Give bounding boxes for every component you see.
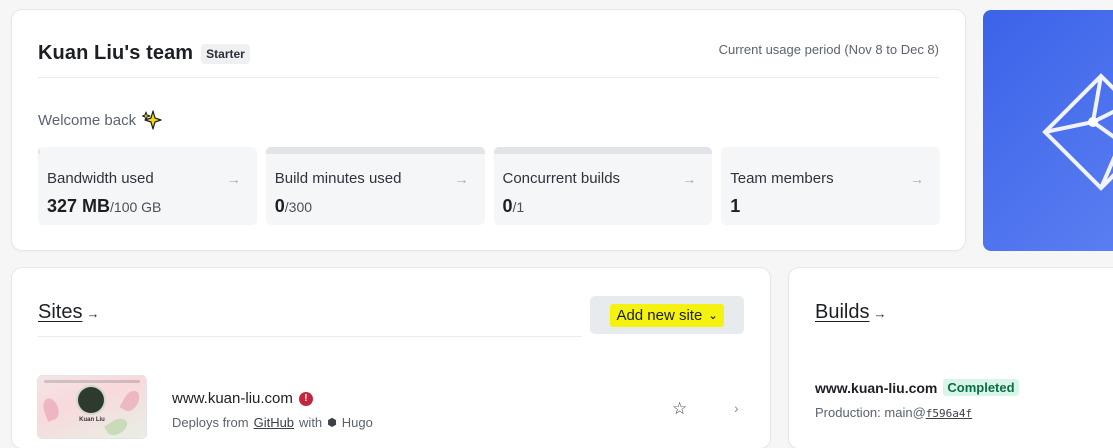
promo-card[interactable] [983, 10, 1113, 251]
hugo-icon: ⬢ [327, 417, 337, 429]
sites-link[interactable]: Sites [38, 301, 82, 324]
stat-label: Bandwidth used [47, 170, 154, 187]
team-overview-card: Kuan Liu's team Starter Current usage pe… [12, 10, 965, 250]
sparkle-icon [142, 110, 162, 130]
add-new-site-button[interactable]: Add new site ⌄ [590, 296, 744, 334]
stat-limit: /1 [512, 199, 525, 215]
arrow-right-icon: → [910, 171, 924, 187]
site-name[interactable]: www.kuan-liu.com [172, 390, 293, 407]
plan-badge[interactable]: Starter [201, 43, 250, 64]
stat-label: Team members [730, 170, 834, 187]
build-context: Production: [815, 405, 881, 420]
arrow-right-icon: → [454, 171, 469, 187]
avatar [78, 387, 104, 413]
deploy-info: Deploys from GitHub with ⬢ Hugo [172, 415, 373, 430]
stat-value-number: 1 [730, 196, 741, 216]
github-link[interactable]: GitHub [254, 415, 294, 430]
status-badge: Completed [943, 379, 1019, 396]
deploy-prefix: Deploys from [172, 415, 249, 430]
stat-limit: /300 [284, 199, 313, 215]
build-item[interactable]: www.kuan-liu.com Completed [815, 379, 1019, 396]
build-meta: Production: main@f596a4f [815, 405, 972, 420]
usage-bar [265, 147, 485, 154]
usage-stats: Bandwidth used → 327 MB/100 GB Build min… [38, 147, 940, 225]
add-new-site-label: Add new site ⌄ [610, 303, 724, 327]
build-branch: main@ [884, 405, 926, 420]
add-new-site-text: Add new site [616, 306, 703, 324]
arrow-right-icon: → [873, 306, 887, 321]
arrow-right-icon: → [86, 306, 100, 321]
netlify-logo-icon [1042, 73, 1113, 191]
builds-heading[interactable]: Builds → [815, 301, 886, 324]
stat-build-minutes[interactable]: Build minutes used → 0/300 [265, 147, 485, 225]
stat-label: Concurrent builds [502, 170, 621, 187]
stat-limit: /100 GB [110, 199, 162, 215]
build-site-name: www.kuan-liu.com [815, 379, 938, 396]
sites-heading[interactable]: Sites → [38, 301, 99, 324]
stat-bandwidth[interactable]: Bandwidth used → 327 MB/100 GB [38, 147, 257, 225]
usage-bar [38, 147, 41, 154]
usage-bar [493, 147, 713, 154]
welcome-message: Welcome back [38, 110, 162, 130]
usage-period: Current usage period (Nov 8 to Dec 8) [718, 42, 939, 57]
stat-label: Build minutes used [274, 170, 402, 187]
divider [38, 77, 939, 78]
alert-icon[interactable]: ! [298, 391, 313, 406]
stat-value: 0/1 [503, 196, 525, 217]
thumbnail-nav [44, 380, 140, 383]
sites-card: Sites → Add new site ⌄ Kuan Liu www.kuan… [12, 268, 770, 448]
welcome-text: Welcome back [38, 111, 137, 129]
stat-value: 1 [730, 196, 740, 217]
team-name[interactable]: Kuan Liu's team [38, 42, 193, 65]
stat-value-number: 327 MB [47, 196, 111, 216]
stat-value-number: 0 [274, 196, 285, 216]
star-icon[interactable]: ☆ [672, 399, 687, 419]
site-thumbnail[interactable]: Kuan Liu [38, 376, 146, 438]
site-name-row: www.kuan-liu.com ! [172, 390, 313, 407]
chevron-down-icon: ⌄ [708, 309, 718, 322]
framework-name: Hugo [341, 415, 373, 430]
stat-concurrent-builds[interactable]: Concurrent builds → 0/1 [493, 147, 713, 225]
commit-link[interactable]: f596a4f [926, 407, 972, 420]
builds-link[interactable]: Builds [815, 301, 869, 324]
arrow-right-icon: → [682, 171, 697, 187]
stat-value-number: 0 [502, 196, 513, 216]
stat-value: 0/300 [275, 196, 312, 217]
builds-card: Builds → www.kuan-liu.com Completed Prod… [789, 268, 1113, 448]
thumbnail-name: Kuan Liu [79, 417, 105, 423]
thumbnail-decoration [119, 387, 143, 415]
stat-value: 327 MB/100 GB [47, 196, 161, 217]
stat-team-members[interactable]: Team members → 1 [721, 147, 940, 225]
team-title-row: Kuan Liu's team Starter [38, 42, 250, 65]
arrow-right-icon: → [226, 171, 241, 187]
divider [38, 336, 582, 337]
deploy-with: with [299, 415, 323, 430]
chevron-right-icon[interactable]: › [734, 400, 739, 416]
